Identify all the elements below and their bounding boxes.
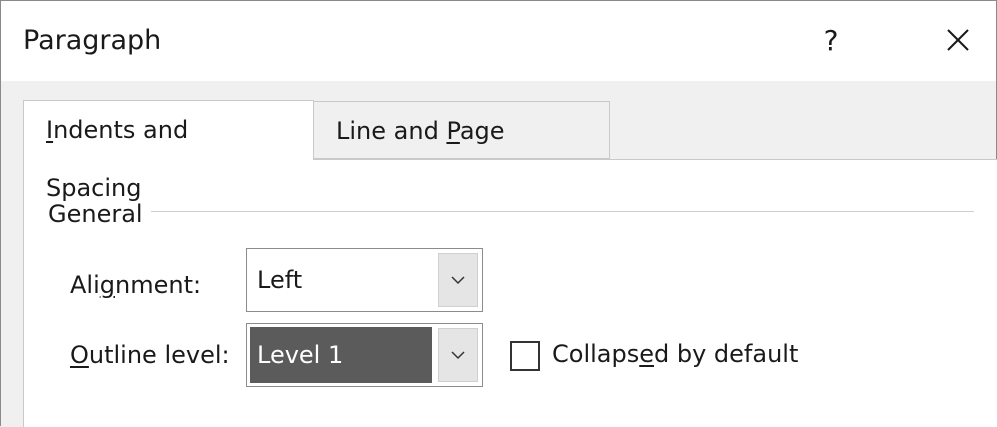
collapsed-by-default-label[interactable]: Collapsed by default <box>552 340 798 368</box>
alignment-dropdown[interactable]: Left <box>246 248 483 312</box>
outline-level-label: Outline level: <box>70 341 230 369</box>
outline-level-dropdown[interactable]: Level 1 <box>246 323 483 387</box>
tab-panel: General Alignment: Left Outline level: L… <box>23 159 997 427</box>
close-button[interactable] <box>936 19 980 63</box>
chevron-down-icon[interactable] <box>438 253 478 307</box>
outline-level-value: Level 1 <box>257 341 344 369</box>
paragraph-dialog: Paragraph ? Indents and Spacing Line and… <box>0 0 997 427</box>
group-divider <box>144 211 974 212</box>
alignment-value: Left <box>257 266 303 294</box>
dialog-title: Paragraph <box>23 25 162 56</box>
chevron-down-icon[interactable] <box>438 328 478 382</box>
tab-indents-and-spacing[interactable]: Indents and Spacing <box>23 100 314 202</box>
title-bar: Paragraph ? <box>1 1 996 81</box>
tab-line-and-page-breaks[interactable]: Line and Page Breaks <box>314 101 610 203</box>
help-button[interactable]: ? <box>811 19 851 63</box>
close-icon <box>947 29 969 51</box>
collapsed-by-default-checkbox[interactable] <box>510 341 540 371</box>
alignment-label: Alignment: <box>70 271 202 299</box>
